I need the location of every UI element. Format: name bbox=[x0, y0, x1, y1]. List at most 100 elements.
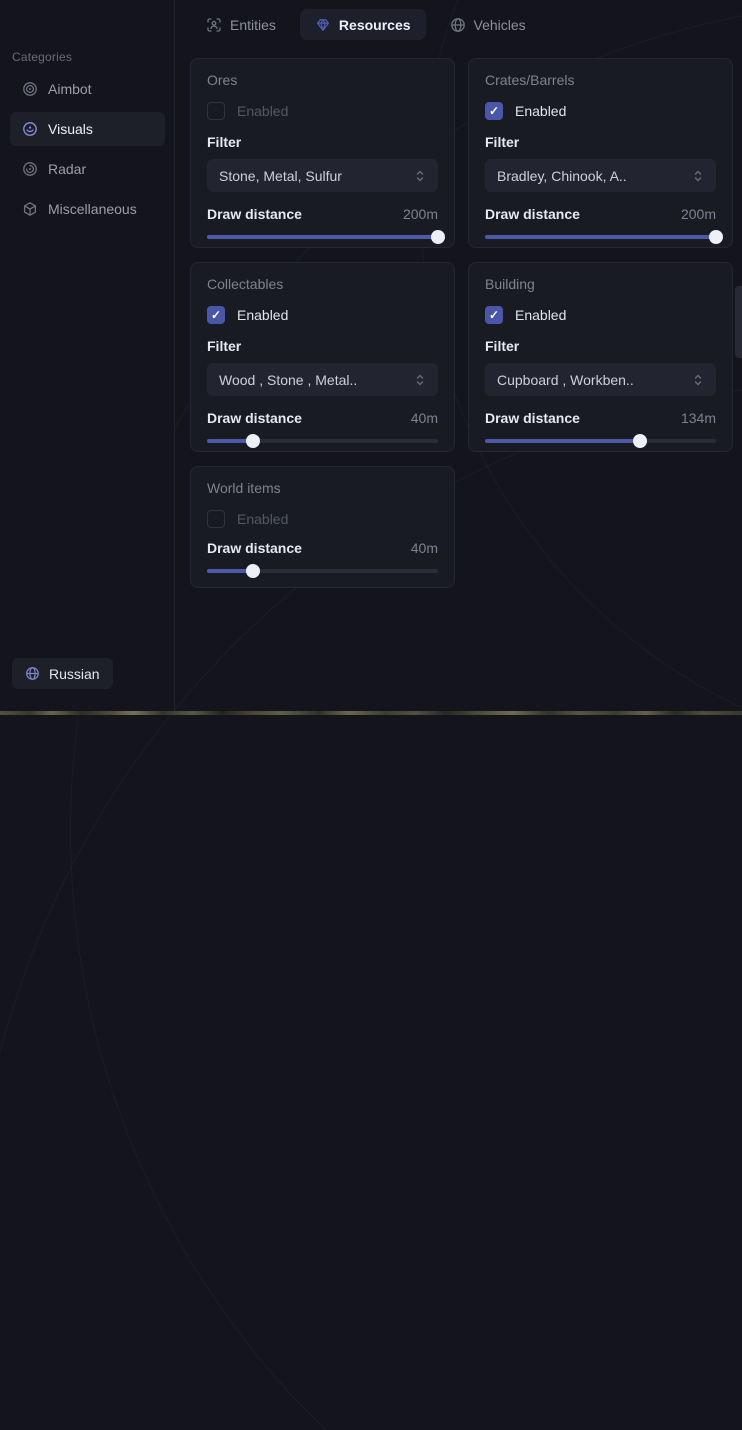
chevron-up-down-icon bbox=[692, 373, 704, 387]
tab-label: Vehicles bbox=[474, 17, 526, 33]
enabled-checkbox[interactable]: ✓ bbox=[207, 510, 225, 528]
enabled-label: Enabled bbox=[515, 103, 566, 119]
sidebar-item-label: Radar bbox=[48, 161, 86, 177]
cards-grid: Ores ✓ Enabled Filter Stone, Metal, Sulf… bbox=[190, 58, 733, 588]
enabled-checkbox[interactable]: ✓ bbox=[485, 102, 503, 120]
enabled-label: Enabled bbox=[237, 511, 288, 527]
game-background-strip bbox=[0, 711, 742, 715]
card-title: Collectables bbox=[207, 276, 438, 292]
enabled-row: ✓ Enabled bbox=[485, 101, 716, 121]
distance-value: 40m bbox=[411, 540, 438, 556]
box-icon bbox=[22, 201, 38, 217]
card-title: Building bbox=[485, 276, 716, 292]
distance-value: 200m bbox=[403, 206, 438, 222]
slider-fill bbox=[207, 235, 438, 239]
distance-slider[interactable] bbox=[207, 434, 438, 448]
card-world-items: World items ✓ Enabled Draw distance 40m bbox=[190, 466, 455, 588]
card-ores: Ores ✓ Enabled Filter Stone, Metal, Sulf… bbox=[190, 58, 455, 248]
sidebar-item-radar[interactable]: Radar bbox=[10, 152, 165, 186]
enabled-label: Enabled bbox=[515, 307, 566, 323]
distance-label: Draw distance bbox=[207, 410, 302, 426]
sidebar-item-label: Visuals bbox=[48, 121, 93, 137]
sidebar-nav: Aimbot Visuals Radar Miscellaneous bbox=[10, 72, 165, 232]
slider-fill bbox=[207, 439, 253, 443]
distance-label: Draw distance bbox=[485, 410, 580, 426]
slider-thumb[interactable] bbox=[431, 230, 445, 244]
person-scan-icon bbox=[206, 17, 222, 33]
card-title: World items bbox=[207, 480, 438, 496]
radar-icon bbox=[22, 161, 38, 177]
filter-select-value: Wood , Stone , Metal.. bbox=[219, 372, 357, 388]
slider-fill bbox=[207, 569, 253, 573]
distance-value: 200m bbox=[681, 206, 716, 222]
distance-slider[interactable] bbox=[485, 230, 716, 244]
distance-slider[interactable] bbox=[485, 434, 716, 448]
slider-fill bbox=[485, 235, 716, 239]
card-collectables: Collectables ✓ Enabled Filter Wood , Sto… bbox=[190, 262, 455, 452]
distance-label: Draw distance bbox=[207, 206, 302, 222]
sidebar: Categories Aimbot Visuals Radar Miscella… bbox=[0, 0, 175, 711]
enabled-row: ✓ Enabled bbox=[207, 101, 438, 121]
language-button[interactable]: Russian bbox=[12, 658, 113, 689]
filter-select-value: Cupboard , Workben.. bbox=[497, 372, 634, 388]
chevron-up-down-icon bbox=[692, 169, 704, 183]
checkmark-icon: ✓ bbox=[211, 309, 221, 321]
enabled-checkbox[interactable]: ✓ bbox=[207, 306, 225, 324]
slider-thumb[interactable] bbox=[246, 564, 260, 578]
filter-select[interactable]: Wood , Stone , Metal.. bbox=[207, 363, 438, 396]
enabled-row: ✓ Enabled bbox=[485, 305, 716, 325]
distance-slider[interactable] bbox=[207, 230, 438, 244]
enabled-row: ✓ Enabled bbox=[207, 509, 438, 529]
filter-select-value: Bradley, Chinook, A.. bbox=[497, 168, 627, 184]
distance-row: Draw distance 200m bbox=[485, 205, 716, 223]
enabled-checkbox[interactable]: ✓ bbox=[485, 306, 503, 324]
checkmark-icon: ✓ bbox=[489, 105, 499, 117]
filter-label: Filter bbox=[207, 134, 438, 150]
sidebar-item-miscellaneous[interactable]: Miscellaneous bbox=[10, 192, 165, 226]
slider-fill bbox=[485, 439, 640, 443]
slider-thumb[interactable] bbox=[633, 434, 647, 448]
gem-icon bbox=[315, 17, 331, 33]
filter-select-value: Stone, Metal, Sulfur bbox=[219, 168, 342, 184]
tab-resources[interactable]: Resources bbox=[300, 9, 426, 40]
slider-thumb[interactable] bbox=[246, 434, 260, 448]
tab-entities[interactable]: Entities bbox=[202, 9, 280, 40]
chevron-up-down-icon bbox=[414, 169, 426, 183]
sidebar-item-visuals[interactable]: Visuals bbox=[10, 112, 165, 146]
chevron-up-down-icon bbox=[414, 373, 426, 387]
filter-select[interactable]: Bradley, Chinook, A.. bbox=[485, 159, 716, 192]
eye-icon bbox=[22, 121, 38, 137]
distance-row: Draw distance 40m bbox=[207, 539, 438, 557]
sidebar-item-label: Aimbot bbox=[48, 81, 92, 97]
target-icon bbox=[22, 81, 38, 97]
filter-label: Filter bbox=[485, 338, 716, 354]
filter-select[interactable]: Stone, Metal, Sulfur bbox=[207, 159, 438, 192]
categories-label: Categories bbox=[12, 50, 72, 64]
slider-thumb[interactable] bbox=[709, 230, 723, 244]
scrollbar-thumb[interactable] bbox=[735, 286, 742, 358]
globe-icon bbox=[450, 17, 466, 33]
sidebar-item-label: Miscellaneous bbox=[48, 201, 137, 217]
distance-label: Draw distance bbox=[485, 206, 580, 222]
sidebar-item-aimbot[interactable]: Aimbot bbox=[10, 72, 165, 106]
card-crates-barrels: Crates/Barrels ✓ Enabled Filter Bradley,… bbox=[468, 58, 733, 248]
language-button-label: Russian bbox=[49, 666, 100, 682]
filter-label: Filter bbox=[207, 338, 438, 354]
card-building: Building ✓ Enabled Filter Cupboard , Wor… bbox=[468, 262, 733, 452]
globe-icon bbox=[25, 666, 40, 681]
distance-row: Draw distance 200m bbox=[207, 205, 438, 223]
filter-label: Filter bbox=[485, 134, 716, 150]
tab-label: Entities bbox=[230, 17, 276, 33]
distance-value: 134m bbox=[681, 410, 716, 426]
enabled-label: Enabled bbox=[237, 307, 288, 323]
tab-vehicles[interactable]: Vehicles bbox=[446, 9, 530, 40]
distance-row: Draw distance 40m bbox=[207, 409, 438, 427]
enabled-row: ✓ Enabled bbox=[207, 305, 438, 325]
filter-select[interactable]: Cupboard , Workben.. bbox=[485, 363, 716, 396]
enabled-checkbox[interactable]: ✓ bbox=[207, 102, 225, 120]
distance-value: 40m bbox=[411, 410, 438, 426]
checkmark-icon: ✓ bbox=[489, 309, 499, 321]
distance-row: Draw distance 134m bbox=[485, 409, 716, 427]
distance-slider[interactable] bbox=[207, 564, 438, 578]
card-title: Ores bbox=[207, 72, 438, 88]
